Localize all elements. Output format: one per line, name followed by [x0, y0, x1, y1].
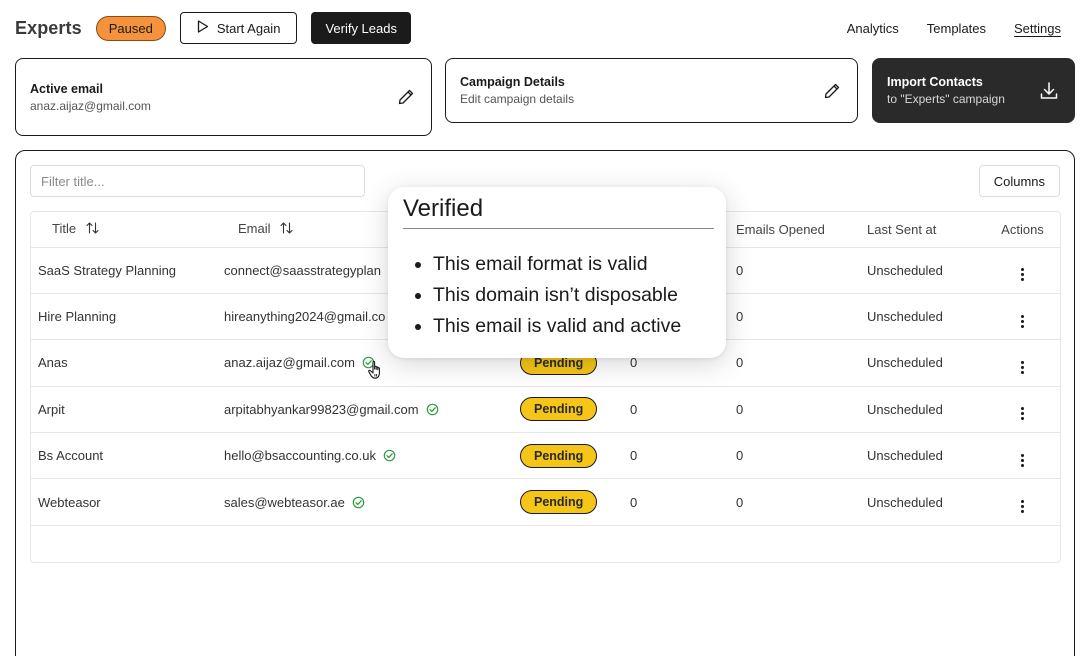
campaign-details-title: Campaign Details: [460, 75, 565, 89]
campaign-details-card: Campaign Details Edit campaign details: [445, 58, 858, 123]
cell-title: Anas: [31, 339, 224, 387]
nav-analytics[interactable]: Analytics: [847, 21, 899, 36]
start-again-button[interactable]: Start Again: [179, 12, 298, 44]
cell-sent: 0: [630, 432, 736, 480]
cell-emails-opened: 0: [736, 339, 867, 387]
email-text: arpitabhyankar99823@gmail.com: [224, 401, 419, 417]
table-row[interactable]: Webteasor sales@webteasor.ae Pending 0 0 Unsc…: [31, 478, 1060, 526]
tooltip-item: This domain isn’t disposable: [403, 280, 714, 311]
cell-emails-opened: 0: [736, 432, 867, 480]
more-options-icon[interactable]: [1021, 407, 1024, 421]
cell-emails-opened: 0: [736, 478, 867, 526]
tooltip-title: Verified: [403, 195, 714, 229]
cell-emails-opened: 0: [736, 386, 867, 434]
verified-check-icon[interactable]: [352, 496, 365, 509]
header-last-sent: Last Sent at: [867, 212, 985, 248]
start-again-label: Start Again: [216, 20, 281, 36]
cell-actions: [985, 293, 1060, 341]
cell-status: Pending: [520, 478, 630, 526]
tooltip-item: This email format is valid: [403, 249, 714, 280]
cell-status: Pending: [520, 386, 630, 434]
cell-email: sales@webteasor.ae: [224, 478, 520, 526]
nav-settings[interactable]: Settings: [1014, 21, 1061, 36]
cell-title: Webteasor: [31, 478, 224, 526]
import-contacts-card[interactable]: Import Contacts to "Experts" campaign: [872, 58, 1075, 123]
pencil-icon[interactable]: [395, 86, 417, 108]
status-badge: Paused: [95, 15, 166, 41]
header-actions: Actions: [985, 212, 1060, 248]
campaign-title: Experts: [15, 17, 82, 38]
table-row[interactable]: Arpit arpitabhyankar99823@gmail.com Pendin…: [31, 386, 1060, 434]
verified-tooltip: Verified This email format is valid This…: [388, 187, 726, 358]
cell-actions: [985, 386, 1060, 434]
cell-title: Bs Account: [31, 432, 224, 480]
cell-status: Pending: [520, 432, 630, 480]
active-email-value: anaz.aijaz@gmail.com: [30, 98, 151, 113]
cell-email: arpitabhyankar99823@gmail.com: [224, 386, 520, 434]
status-pill: Pending: [520, 490, 598, 515]
sort-icon[interactable]: [280, 222, 293, 237]
more-options-icon[interactable]: [1021, 268, 1024, 282]
cell-emails-opened: 0: [736, 293, 867, 341]
columns-button[interactable]: Columns: [978, 165, 1060, 197]
header-emails-opened: Emails Opened: [736, 212, 867, 248]
more-options-icon[interactable]: [1021, 314, 1024, 328]
email-text: hireanything2024@gmail.co: [224, 309, 386, 325]
more-options-icon[interactable]: [1021, 360, 1024, 374]
import-contacts-subtitle: to "Experts" campaign: [887, 92, 1005, 106]
nav-templates[interactable]: Templates: [927, 21, 986, 36]
cell-last-sent: Unscheduled: [867, 432, 985, 480]
cell-sent: 0: [630, 386, 736, 434]
cell-emails-opened: 0: [736, 247, 867, 294]
cell-actions: [985, 247, 1060, 294]
active-email-card: Active email anaz.aijaz@gmail.com: [15, 58, 432, 136]
tooltip-list: This email format is valid This domain i…: [403, 249, 714, 342]
cell-last-sent: Unscheduled: [867, 386, 985, 434]
active-email-title: Active email: [30, 81, 103, 96]
cell-actions: [985, 339, 1060, 387]
status-pill: Pending: [520, 397, 598, 422]
verify-leads-button[interactable]: Verify Leads: [311, 12, 411, 44]
email-text: anaz.aijaz@gmail.com: [224, 355, 355, 371]
status-pill: Pending: [520, 443, 598, 468]
email-text: sales@webteasor.ae: [224, 494, 345, 510]
tooltip-item: This email is valid and active: [403, 311, 714, 342]
cell-title: Arpit: [31, 386, 224, 434]
cell-last-sent: Unscheduled: [867, 339, 985, 387]
table-row[interactable]: Bs Account hello@bsaccounting.co.uk Pendin…: [31, 432, 1060, 480]
cell-title: Hire Planning: [31, 293, 224, 341]
cell-actions: [985, 432, 1060, 480]
email-text: hello@bsaccounting.co.uk: [224, 448, 376, 464]
cell-email: hello@bsaccounting.co.uk: [224, 432, 520, 480]
top-bar: Experts Paused Start Again Verify Leads …: [15, 12, 1061, 44]
cell-last-sent: Unscheduled: [867, 478, 985, 526]
play-icon: [197, 20, 209, 36]
cell-last-sent: Unscheduled: [867, 247, 985, 294]
cell-sent: 0: [630, 478, 736, 526]
top-nav: Analytics Templates Settings: [847, 21, 1061, 36]
more-options-icon[interactable]: [1021, 453, 1024, 467]
email-text: connect@saasstrategyplan: [224, 262, 382, 278]
cell-title: SaaS Strategy Planning: [31, 247, 224, 294]
pencil-icon[interactable]: [821, 80, 843, 102]
campaign-details-subtitle: Edit campaign details: [460, 92, 575, 106]
header-title[interactable]: Title: [31, 212, 224, 248]
verified-check-icon[interactable]: [383, 449, 396, 462]
hand-cursor-icon: [367, 360, 385, 385]
sort-icon[interactable]: [86, 222, 99, 237]
import-contacts-title: Import Contacts: [887, 75, 983, 89]
verified-check-icon[interactable]: [426, 403, 439, 416]
cell-actions: [985, 478, 1060, 526]
filter-title-input[interactable]: [30, 165, 365, 197]
cell-last-sent: Unscheduled: [867, 293, 985, 341]
download-icon[interactable]: [1038, 80, 1060, 102]
more-options-icon[interactable]: [1021, 500, 1024, 514]
